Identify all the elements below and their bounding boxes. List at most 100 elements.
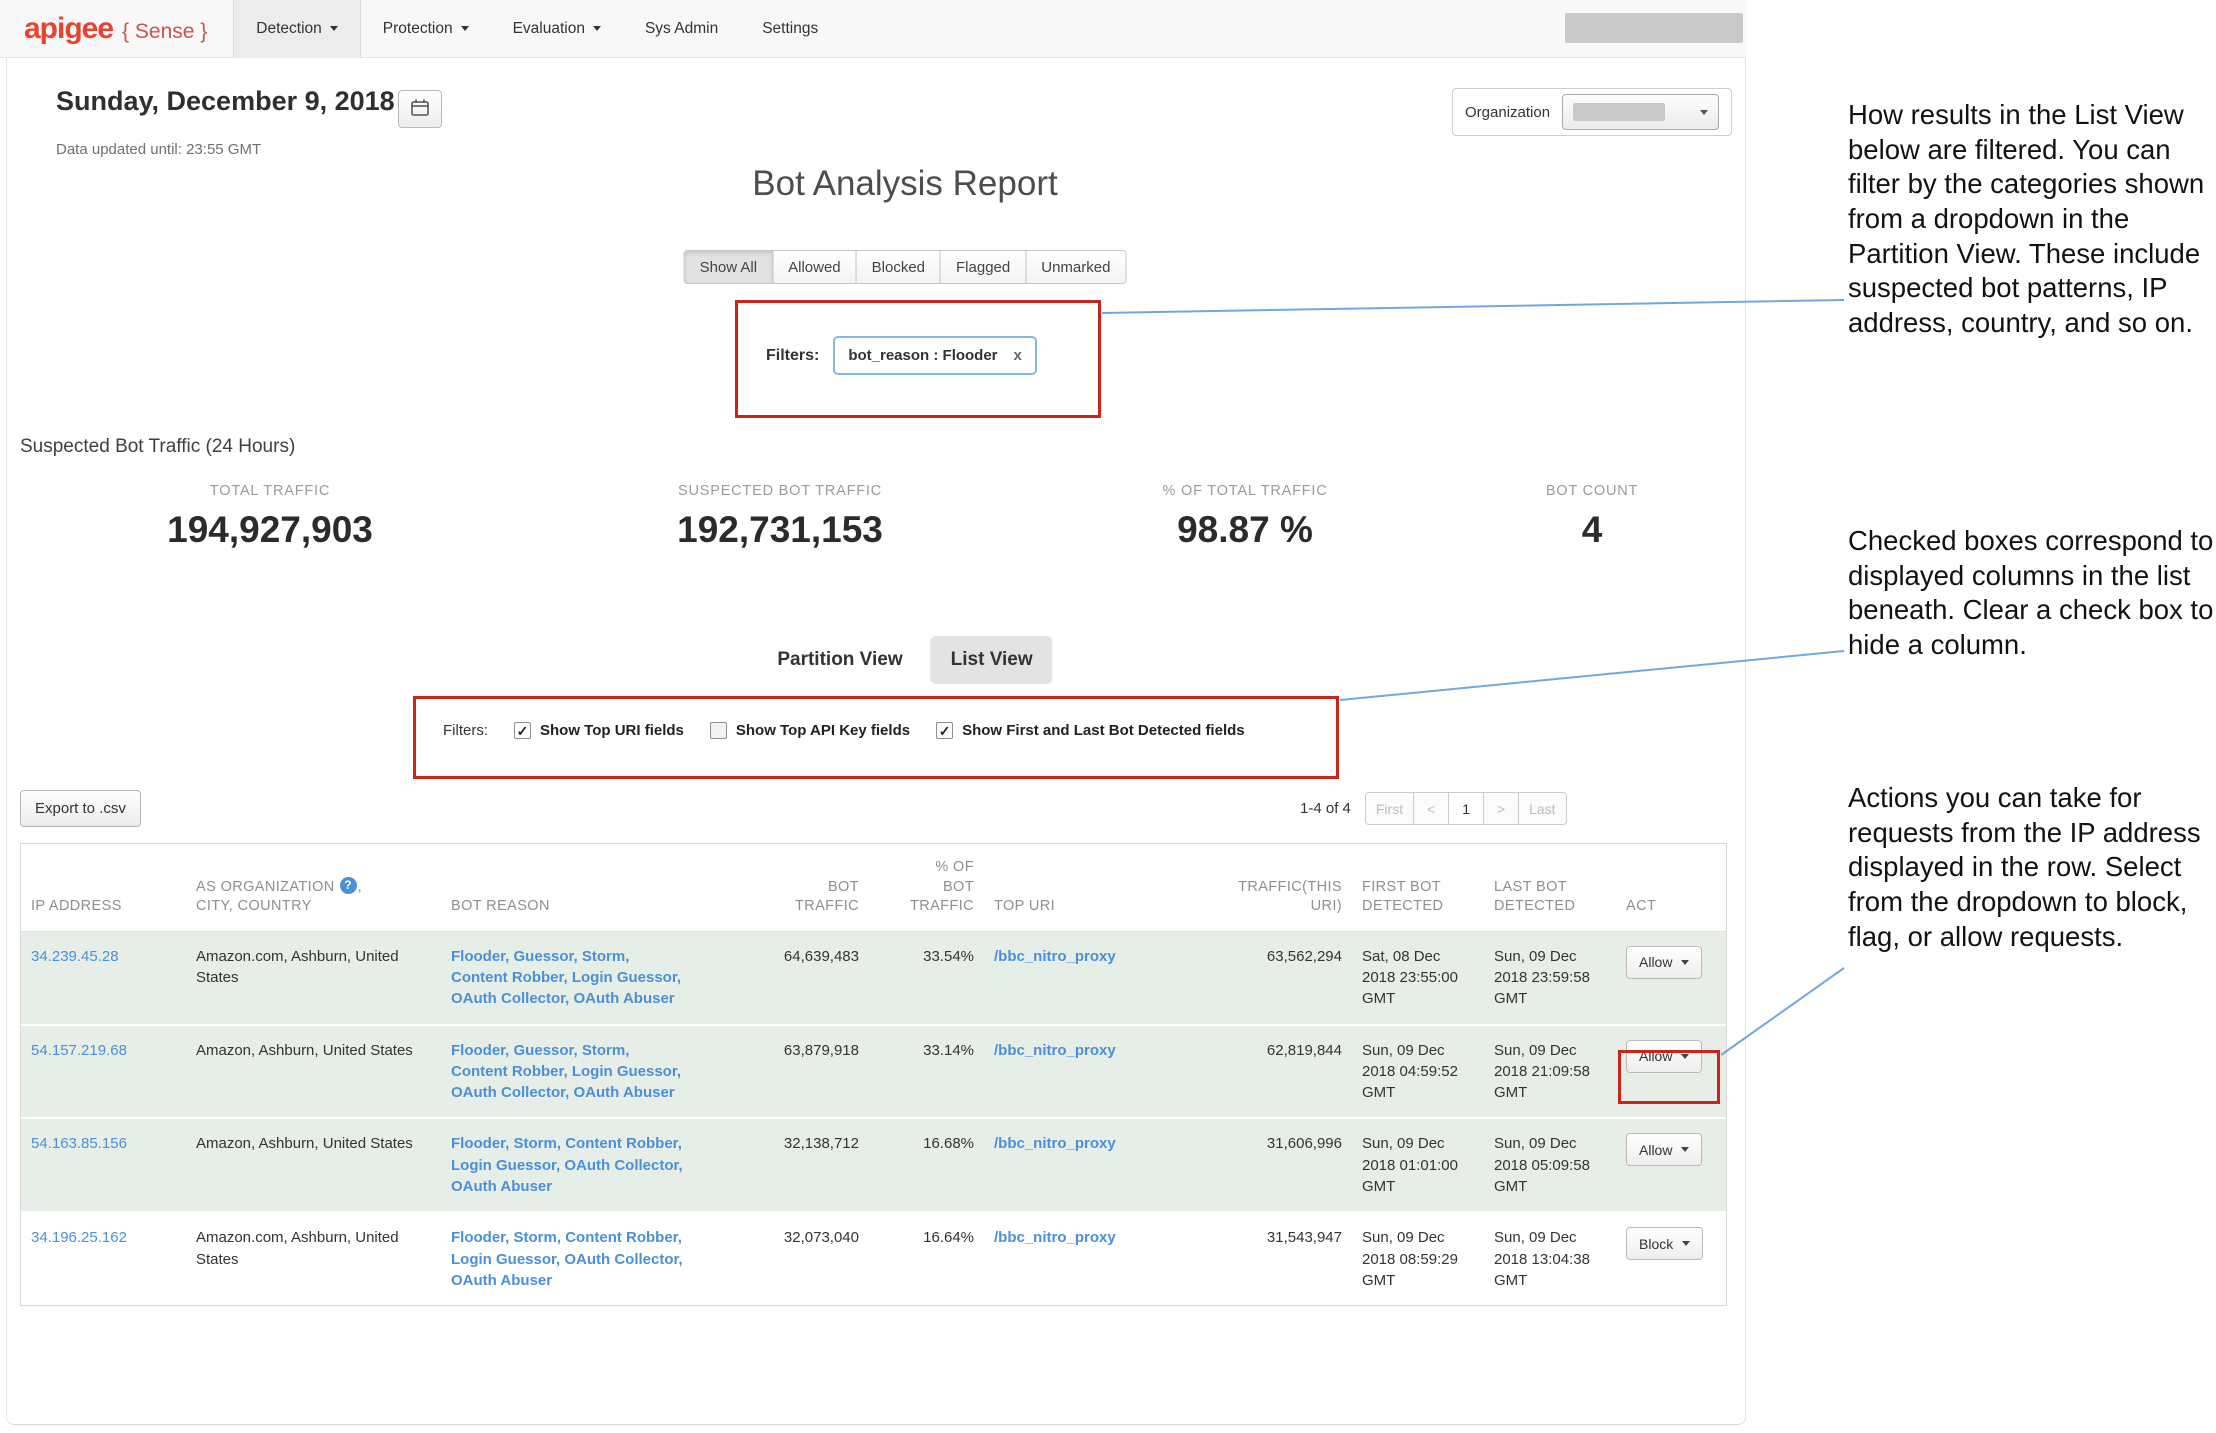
pct-bot-traffic-cell: 16.64%: [869, 1212, 984, 1305]
stat-value: 194,927,903: [167, 509, 373, 551]
bot-reason-link[interactable]: OAuth Abuser: [451, 1272, 552, 1289]
bot-reason-link[interactable]: Storm,: [582, 948, 630, 965]
last-bot-detected-cell: Sun, 09 Dec 2018 05:09:58 GMT: [1484, 1118, 1616, 1212]
caret-down-icon: [1681, 1147, 1689, 1152]
col-header-ip-address: IP ADDRESS: [21, 844, 186, 931]
pagination-next-button[interactable]: >: [1483, 792, 1519, 825]
ip-address-link[interactable]: 34.239.45.28: [31, 948, 119, 965]
caret-down-icon: [1682, 1241, 1690, 1246]
checkbox-icon[interactable]: [710, 722, 727, 739]
organization-select[interactable]: [1562, 94, 1719, 130]
bot-reason-link[interactable]: Storm,: [514, 1229, 562, 1246]
action-dropdown-button[interactable]: Block: [1626, 1227, 1703, 1260]
nav-item-settings[interactable]: Settings: [740, 0, 840, 58]
col-header-text: ,: [358, 879, 362, 895]
first-bot-detected-cell: Sun, 09 Dec 2018 08:59:29 GMT: [1352, 1212, 1484, 1305]
pagination-page-1-button[interactable]: 1: [1448, 792, 1484, 825]
ip-address-link[interactable]: 34.196.25.162: [31, 1229, 127, 1246]
bot-reason-link[interactable]: Guessor,: [514, 1042, 578, 1059]
checkbox-icon[interactable]: ✓: [936, 722, 953, 739]
last-bot-detected-cell: Sun, 09 Dec 2018 23:59:58 GMT: [1484, 931, 1616, 1024]
bot-reason-link[interactable]: Guessor,: [514, 948, 578, 965]
ip-address-link[interactable]: 54.157.219.68: [31, 1042, 127, 1059]
apigee-logo[interactable]: apigee { Sense }: [24, 12, 207, 46]
top-uri-link[interactable]: /bbc_nitro_proxy: [994, 1042, 1116, 1059]
bot-reason-link[interactable]: OAuth Collector,: [564, 1157, 682, 1174]
bot-reason-link[interactable]: OAuth Abuser: [574, 1084, 675, 1101]
checkbox-show-top-uri[interactable]: ✓ Show Top URI fields: [514, 722, 684, 739]
bot-reason-link[interactable]: Content Robber,: [565, 1229, 682, 1246]
tab-allowed[interactable]: Allowed: [772, 250, 857, 284]
tab-unmarked[interactable]: Unmarked: [1025, 250, 1126, 284]
help-icon[interactable]: ?: [340, 877, 357, 894]
bot-reason-link[interactable]: Flooder,: [451, 948, 509, 965]
action-dropdown-button[interactable]: Allow: [1626, 946, 1702, 979]
checkbox-icon[interactable]: ✓: [514, 722, 531, 739]
checkbox-show-first-last-bot[interactable]: ✓ Show First and Last Bot Detected field…: [936, 722, 1245, 739]
calendar-picker-button[interactable]: [398, 90, 442, 128]
bot-reason-link[interactable]: Login Guessor,: [451, 1157, 560, 1174]
ip-address-cell: 34.196.25.162: [21, 1212, 186, 1305]
bot-reason-link[interactable]: OAuth Collector,: [451, 990, 569, 1007]
bot-reason-link[interactable]: Storm,: [582, 1042, 630, 1059]
caret-down-icon: [461, 26, 469, 31]
nav-item-label: Settings: [762, 20, 818, 38]
bot-reason-link[interactable]: Login Guessor,: [572, 1063, 681, 1080]
filter-chip[interactable]: bot_reason : Flooder x: [833, 336, 1037, 375]
nav-item-detection[interactable]: Detection: [233, 0, 360, 58]
stat-suspected-bot-traffic: SUSPECTED BOT TRAFFIC 192,731,153: [677, 483, 883, 551]
top-uri-link[interactable]: /bbc_nitro_proxy: [994, 1135, 1116, 1152]
pagination-prev-button[interactable]: <: [1413, 792, 1449, 825]
list-view-toggle[interactable]: List View: [931, 636, 1053, 684]
action-cell: Allow: [1616, 1118, 1726, 1212]
partition-view-toggle[interactable]: Partition View: [757, 636, 922, 684]
nav-item-sys-admin[interactable]: Sys Admin: [623, 0, 740, 58]
bot-reason-link[interactable]: Content Robber,: [565, 1135, 682, 1152]
nav-item-evaluation[interactable]: Evaluation: [491, 0, 623, 58]
stat-label: BOT COUNT: [1546, 483, 1638, 499]
bot-reason-link[interactable]: Storm,: [514, 1135, 562, 1152]
bot-reason-link[interactable]: OAuth Abuser: [451, 1178, 552, 1195]
export-csv-button[interactable]: Export to .csv: [20, 790, 141, 827]
status-filter-tabs: Show All Allowed Blocked Flagged Unmarke…: [684, 250, 1127, 284]
pagination-first-button[interactable]: First: [1365, 792, 1414, 825]
action-dropdown-button[interactable]: Allow: [1626, 1133, 1702, 1166]
bot-reason-link[interactable]: Content Robber,: [451, 969, 568, 986]
tab-blocked[interactable]: Blocked: [856, 250, 941, 284]
top-uri-link[interactable]: /bbc_nitro_proxy: [994, 1229, 1116, 1246]
bot-reason-link[interactable]: OAuth Collector,: [564, 1251, 682, 1268]
first-bot-detected-cell: Sun, 09 Dec 2018 01:01:00 GMT: [1352, 1118, 1484, 1212]
nav-item-protection[interactable]: Protection: [361, 0, 491, 58]
bot-reason-link[interactable]: Content Robber,: [451, 1063, 568, 1080]
bot-reason-link[interactable]: Flooder,: [451, 1229, 509, 1246]
filter-chip-close-icon[interactable]: x: [1014, 347, 1022, 364]
annotation-text-checkboxes: Checked boxes correspond to displayed co…: [1848, 524, 2216, 663]
annotation-line-filter-chip: [1102, 300, 1844, 313]
filters-label: Filters:: [443, 722, 488, 739]
col-header-first-bot-detected: FIRST BOT DETECTED: [1352, 844, 1484, 931]
col-header-traffic-this-uri: TRAFFIC(THIS URI): [1197, 844, 1352, 931]
stat-value: 98.87 %: [1162, 509, 1327, 551]
bot-table-body: 34.239.45.28Amazon.com, Ashburn, United …: [21, 931, 1726, 1305]
ip-address-link[interactable]: 54.163.85.156: [31, 1135, 127, 1152]
bot-reason-link[interactable]: Flooder,: [451, 1135, 509, 1152]
bot-reason-link[interactable]: Flooder,: [451, 1042, 509, 1059]
bot-reason-link[interactable]: OAuth Collector,: [451, 1084, 569, 1101]
bot-traffic-cell: 64,639,483: [699, 931, 869, 1024]
bot-reason-link[interactable]: OAuth Abuser: [574, 990, 675, 1007]
as-organization-cell: Amazon, Ashburn, United States: [186, 1118, 441, 1212]
bot-reason-link[interactable]: Login Guessor,: [451, 1251, 560, 1268]
action-dropdown-button[interactable]: Allow: [1626, 1040, 1702, 1073]
col-header-top-uri: TOP URI: [984, 844, 1197, 931]
top-uri-link[interactable]: /bbc_nitro_proxy: [994, 948, 1116, 965]
tab-show-all[interactable]: Show All: [684, 250, 774, 284]
stat-value: 4: [1546, 509, 1638, 551]
stat-total-traffic: TOTAL TRAFFIC 194,927,903: [167, 483, 373, 551]
redacted-user-info: [1565, 13, 1743, 43]
bot-traffic-cell: 32,138,712: [699, 1118, 869, 1212]
traffic-this-uri-cell: 31,543,947: [1197, 1212, 1352, 1305]
bot-reason-link[interactable]: Login Guessor,: [572, 969, 681, 986]
pagination-last-button[interactable]: Last: [1518, 792, 1566, 825]
checkbox-show-top-api-key[interactable]: Show Top API Key fields: [710, 722, 910, 739]
tab-flagged[interactable]: Flagged: [940, 250, 1026, 284]
